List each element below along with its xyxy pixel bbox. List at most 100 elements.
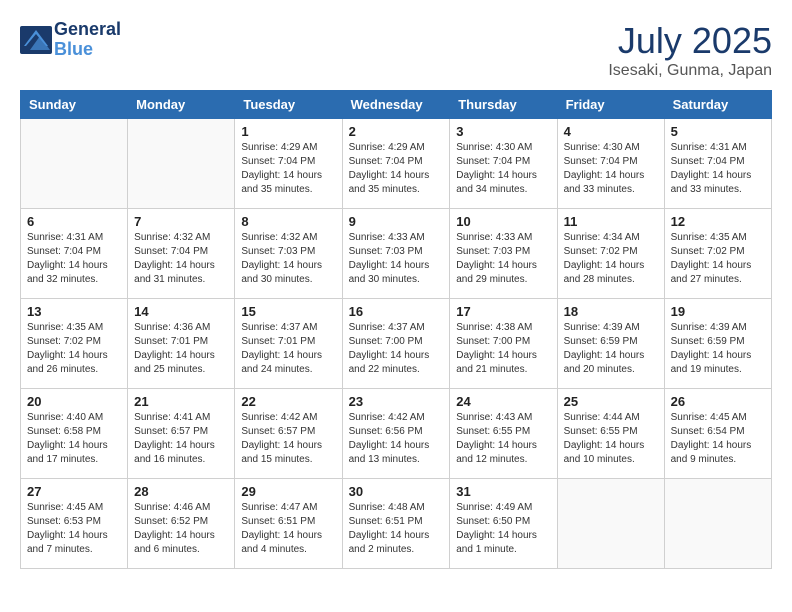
calendar-cell: 19 Sunrise: 4:39 AM Sunset: 6:59 PM Dayli…: [664, 299, 771, 389]
calendar-cell: 1 Sunrise: 4:29 AM Sunset: 7:04 PM Daylig…: [235, 119, 342, 209]
calendar-cell: 11 Sunrise: 4:34 AM Sunset: 7:02 PM Dayli…: [557, 209, 664, 299]
day-number: 31: [456, 484, 550, 499]
calendar-cell: 27 Sunrise: 4:45 AM Sunset: 6:53 PM Dayli…: [21, 479, 128, 569]
weekday-header-sunday: Sunday: [21, 91, 128, 119]
calendar-cell: 24 Sunrise: 4:43 AM Sunset: 6:55 PM Dayli…: [450, 389, 557, 479]
day-info: Sunrise: 4:47 AM Sunset: 6:51 PM Dayligh…: [241, 501, 335, 557]
day-info: Sunrise: 4:33 AM Sunset: 7:03 PM Dayligh…: [349, 231, 444, 287]
weekday-header-saturday: Saturday: [664, 91, 771, 119]
day-info: Sunrise: 4:30 AM Sunset: 7:04 PM Dayligh…: [564, 141, 658, 197]
logo-icon: [20, 26, 52, 54]
day-info: Sunrise: 4:29 AM Sunset: 7:04 PM Dayligh…: [241, 141, 335, 197]
day-info: Sunrise: 4:48 AM Sunset: 6:51 PM Dayligh…: [349, 501, 444, 557]
day-number: 29: [241, 484, 335, 499]
day-info: Sunrise: 4:49 AM Sunset: 6:50 PM Dayligh…: [456, 501, 550, 557]
day-number: 27: [27, 484, 121, 499]
day-number: 28: [134, 484, 228, 499]
day-info: Sunrise: 4:36 AM Sunset: 7:01 PM Dayligh…: [134, 321, 228, 377]
day-number: 23: [349, 394, 444, 409]
calendar-cell: 16 Sunrise: 4:37 AM Sunset: 7:00 PM Dayli…: [342, 299, 450, 389]
weekday-header-wednesday: Wednesday: [342, 91, 450, 119]
day-info: Sunrise: 4:45 AM Sunset: 6:54 PM Dayligh…: [671, 411, 765, 467]
calendar-cell: 7 Sunrise: 4:32 AM Sunset: 7:04 PM Daylig…: [128, 209, 235, 299]
calendar-cell: 3 Sunrise: 4:30 AM Sunset: 7:04 PM Daylig…: [450, 119, 557, 209]
day-info: Sunrise: 4:29 AM Sunset: 7:04 PM Dayligh…: [349, 141, 444, 197]
day-number: 9: [349, 214, 444, 229]
day-info: Sunrise: 4:40 AM Sunset: 6:58 PM Dayligh…: [27, 411, 121, 467]
day-info: Sunrise: 4:37 AM Sunset: 7:00 PM Dayligh…: [349, 321, 444, 377]
day-info: Sunrise: 4:38 AM Sunset: 7:00 PM Dayligh…: [456, 321, 550, 377]
weekday-header-friday: Friday: [557, 91, 664, 119]
calendar-cell: 8 Sunrise: 4:32 AM Sunset: 7:03 PM Daylig…: [235, 209, 342, 299]
day-number: 8: [241, 214, 335, 229]
location-title: Isesaki, Gunma, Japan: [608, 62, 772, 80]
day-number: 17: [456, 304, 550, 319]
day-info: Sunrise: 4:43 AM Sunset: 6:55 PM Dayligh…: [456, 411, 550, 467]
day-number: 19: [671, 304, 765, 319]
day-info: Sunrise: 4:37 AM Sunset: 7:01 PM Dayligh…: [241, 321, 335, 377]
calendar-cell: 5 Sunrise: 4:31 AM Sunset: 7:04 PM Daylig…: [664, 119, 771, 209]
calendar-cell: [21, 119, 128, 209]
week-row-3: 13Sunrise: 4:35 AM Sunset: 7:02 PM Dayli…: [21, 299, 772, 389]
day-number: 26: [671, 394, 765, 409]
calendar-cell: 2 Sunrise: 4:29 AM Sunset: 7:04 PM Daylig…: [342, 119, 450, 209]
calendar-cell: [557, 479, 664, 569]
day-number: 24: [456, 394, 550, 409]
weekday-header-thursday: Thursday: [450, 91, 557, 119]
day-info: Sunrise: 4:42 AM Sunset: 6:57 PM Dayligh…: [241, 411, 335, 467]
calendar-cell: 14 Sunrise: 4:36 AM Sunset: 7:01 PM Dayli…: [128, 299, 235, 389]
day-number: 3: [456, 124, 550, 139]
calendar-cell: 26 Sunrise: 4:45 AM Sunset: 6:54 PM Dayli…: [664, 389, 771, 479]
calendar-cell: 10Sunrise: 4:33 AM Sunset: 7:03 PM Dayli…: [450, 209, 557, 299]
day-number: 13: [27, 304, 121, 319]
calendar-cell: 12Sunrise: 4:35 AM Sunset: 7:02 PM Dayli…: [664, 209, 771, 299]
calendar-cell: 31 Sunrise: 4:49 AM Sunset: 6:50 PM Dayli…: [450, 479, 557, 569]
calendar-cell: 22 Sunrise: 4:42 AM Sunset: 6:57 PM Dayli…: [235, 389, 342, 479]
day-info: Sunrise: 4:34 AM Sunset: 7:02 PM Dayligh…: [564, 231, 658, 287]
day-number: 4: [564, 124, 658, 139]
month-title: July 2025: [608, 20, 772, 62]
weekday-header-monday: Monday: [128, 91, 235, 119]
day-number: 7: [134, 214, 228, 229]
day-info: Sunrise: 4:31 AM Sunset: 7:04 PM Dayligh…: [671, 141, 765, 197]
day-number: 16: [349, 304, 444, 319]
calendar-cell: 9 Sunrise: 4:33 AM Sunset: 7:03 PM Daylig…: [342, 209, 450, 299]
day-info: Sunrise: 4:46 AM Sunset: 6:52 PM Dayligh…: [134, 501, 228, 557]
title-block: July 2025 Isesaki, Gunma, Japan: [608, 20, 772, 80]
day-info: Sunrise: 4:31 AM Sunset: 7:04 PM Dayligh…: [27, 231, 121, 287]
day-info: Sunrise: 4:45 AM Sunset: 6:53 PM Dayligh…: [27, 501, 121, 557]
day-info: Sunrise: 4:44 AM Sunset: 6:55 PM Dayligh…: [564, 411, 658, 467]
day-number: 20: [27, 394, 121, 409]
day-info: Sunrise: 4:33 AM Sunset: 7:03 PM Dayligh…: [456, 231, 550, 287]
day-info: Sunrise: 4:32 AM Sunset: 7:03 PM Dayligh…: [241, 231, 335, 287]
calendar-cell: 6Sunrise: 4:31 AM Sunset: 7:04 PM Daylig…: [21, 209, 128, 299]
day-number: 1: [241, 124, 335, 139]
logo-text-line2: Blue: [54, 40, 121, 60]
week-row-4: 20 Sunrise: 4:40 AM Sunset: 6:58 PM Dayli…: [21, 389, 772, 479]
calendar-cell: 18Sunrise: 4:39 AM Sunset: 6:59 PM Dayli…: [557, 299, 664, 389]
logo: General Blue: [20, 20, 121, 60]
calendar-cell: 25 Sunrise: 4:44 AM Sunset: 6:55 PM Dayli…: [557, 389, 664, 479]
day-info: Sunrise: 4:35 AM Sunset: 7:02 PM Dayligh…: [671, 231, 765, 287]
calendar-cell: 21 Sunrise: 4:41 AM Sunset: 6:57 PM Dayli…: [128, 389, 235, 479]
weekday-header-tuesday: Tuesday: [235, 91, 342, 119]
calendar-header-row: SundayMondayTuesdayWednesdayThursdayFrid…: [21, 91, 772, 119]
calendar-cell: 4 Sunrise: 4:30 AM Sunset: 7:04 PM Daylig…: [557, 119, 664, 209]
day-number: 14: [134, 304, 228, 319]
day-info: Sunrise: 4:39 AM Sunset: 6:59 PM Dayligh…: [671, 321, 765, 377]
day-number: 25: [564, 394, 658, 409]
calendar-cell: [664, 479, 771, 569]
day-info: Sunrise: 4:41 AM Sunset: 6:57 PM Dayligh…: [134, 411, 228, 467]
week-row-1: 1 Sunrise: 4:29 AM Sunset: 7:04 PM Daylig…: [21, 119, 772, 209]
day-info: Sunrise: 4:39 AM Sunset: 6:59 PM Dayligh…: [564, 321, 658, 377]
calendar-cell: 15 Sunrise: 4:37 AM Sunset: 7:01 PM Dayli…: [235, 299, 342, 389]
day-number: 2: [349, 124, 444, 139]
day-number: 15: [241, 304, 335, 319]
day-number: 5: [671, 124, 765, 139]
day-number: 22: [241, 394, 335, 409]
day-info: Sunrise: 4:30 AM Sunset: 7:04 PM Dayligh…: [456, 141, 550, 197]
page-header: General Blue July 2025 Isesaki, Gunma, J…: [20, 20, 772, 80]
day-number: 21: [134, 394, 228, 409]
day-info: Sunrise: 4:32 AM Sunset: 7:04 PM Dayligh…: [134, 231, 228, 287]
day-number: 11: [564, 214, 658, 229]
